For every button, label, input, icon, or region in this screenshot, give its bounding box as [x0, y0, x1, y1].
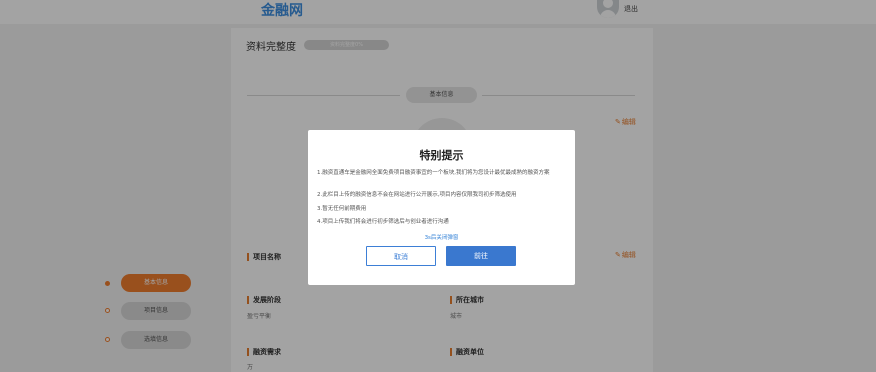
modal-title: 特别提示	[419, 149, 464, 162]
modal-countdown: 3s后关闭弹窗	[424, 235, 459, 241]
modal-notice-line-4: 4.项目上传我们将会进行初步筛选后与创业者进行沟通	[317, 219, 449, 225]
modal-notice-line-3: 3.暂无任何前期费用	[317, 206, 367, 212]
go-button[interactable]: 前往	[446, 246, 516, 266]
notice-modal: 特别提示 1.融资直通车是金融网全面免费项目融资事宜的一个板块,我们将为您设计最…	[308, 130, 575, 285]
modal-notice-line-1: 1.融资直通车是金融网全面免费项目融资事宜的一个板块,我们将为您设计最优最成熟的…	[317, 170, 550, 176]
cancel-button[interactable]: 取消	[366, 246, 436, 266]
modal-notice-line-2: 2.此栏目上传的融资信息不会在网站进行公开展示,项目内容仅限我司初步筛选使用	[317, 192, 517, 198]
